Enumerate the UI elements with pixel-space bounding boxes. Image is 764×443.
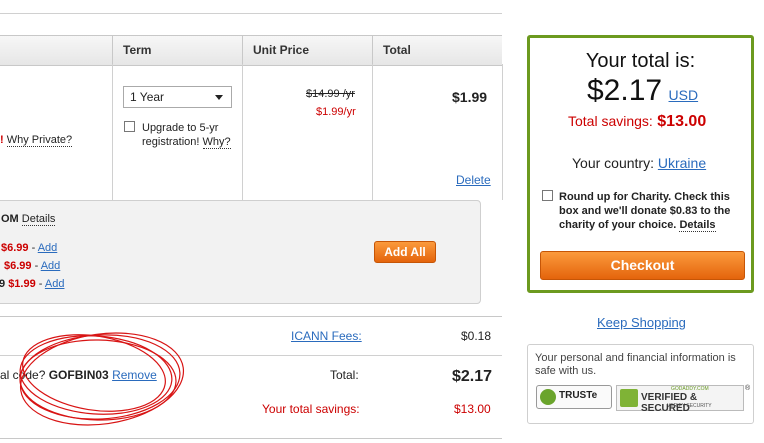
chevron-down-icon <box>215 95 223 100</box>
total-label: Total: <box>330 368 359 382</box>
keep-shopping-link[interactable]: Keep Shopping <box>597 315 686 330</box>
country-row: Your country: Ukraine <box>572 155 706 171</box>
country-label: Your country: <box>572 155 654 171</box>
term-select[interactable]: 1 Year <box>123 86 232 108</box>
upgrade-checkbox[interactable] <box>124 121 135 132</box>
hand-drawn-circle-annotation <box>19 332 185 426</box>
bottom-divider <box>0 438 502 439</box>
charity-text: Round up for Charity. Check this box and… <box>559 190 744 232</box>
suggestion-item: $6.99 - Add <box>1 242 57 254</box>
suggestion-add-link[interactable]: Add <box>45 278 65 290</box>
currency-link[interactable]: USD <box>669 87 699 103</box>
suggestions-details-link[interactable]: Details <box>21 213 56 226</box>
registered-mark-icon: ® <box>745 385 751 392</box>
charity-checkbox[interactable] <box>542 190 553 201</box>
upgrade-label-line1: Upgrade to 5-yr <box>142 122 219 134</box>
cart-table-header: Term Unit Price Total <box>0 35 502 66</box>
private-prefix: ! <box>0 134 4 146</box>
total-heading: Your total is: <box>585 50 696 72</box>
charity-details-link[interactable]: Details <box>679 219 716 232</box>
suggestion-price: $6.99 <box>1 242 29 254</box>
total-header: Total <box>372 36 502 65</box>
add-all-button[interactable]: Add All <box>374 241 436 263</box>
suggestion-price: $6.99 <box>4 260 32 272</box>
suggestion-price: $1.99 <box>8 278 36 290</box>
top-divider <box>0 13 502 14</box>
term-select-value: 1 Year <box>130 90 165 104</box>
suggestions-panel: OM Details $6.99 - Add $6.99 - Add 9 $1.… <box>0 200 481 304</box>
total-value: $2.17 <box>452 368 493 385</box>
country-link[interactable]: Ukraine <box>658 155 706 171</box>
savings-row: Total savings: $13.00 <box>568 113 706 131</box>
delete-link[interactable]: Delete <box>456 173 491 187</box>
suggestion-item: $6.99 - Add <box>4 260 60 272</box>
upgrade-label: Upgrade to 5-yr registration! Why? <box>142 121 231 149</box>
godaddy-badge[interactable]: GODADDY.COM VERIFIED & SECURED VERIFY SE… <box>616 385 744 414</box>
order-total-panel: Your total is: $2.17 USD Total savings: … <box>527 35 754 293</box>
suggestions-title: OM Details <box>1 213 56 226</box>
new-price: $1.99/yr <box>316 106 356 118</box>
lock-icon <box>620 389 638 407</box>
truste-label: TRUSTe <box>559 390 598 401</box>
col-divider <box>502 64 503 200</box>
col-divider <box>372 64 373 200</box>
icann-fees-value: $0.18 <box>461 329 492 343</box>
truste-seal-icon <box>540 389 556 405</box>
summary-divider <box>0 316 502 317</box>
suggestion-sep: - <box>31 260 41 272</box>
upgrade-label-line2: registration! <box>142 136 200 148</box>
private-registration: ! Why Private? <box>0 134 73 147</box>
old-price: $14.99 /yr <box>306 88 355 100</box>
total-savings-value: $13.00 <box>454 402 491 416</box>
security-text: Your personal and financial information … <box>535 352 736 377</box>
truste-badge[interactable]: TRUSTe <box>536 385 612 409</box>
row-total: $1.99 <box>452 89 488 105</box>
col-divider <box>242 64 243 200</box>
why-upgrade-link[interactable]: Why? <box>202 136 231 149</box>
suggestion-sep: - <box>28 242 38 254</box>
suggestion-add-link[interactable]: Add <box>38 242 58 254</box>
suggestions-title-fragment: OM <box>1 213 19 225</box>
total-savings-label: Your total savings: <box>262 402 360 416</box>
checkout-button[interactable]: Checkout <box>540 251 745 280</box>
suggestion-add-link[interactable]: Add <box>41 260 61 272</box>
security-panel: Your personal and financial information … <box>527 344 754 424</box>
unit-price-header: Unit Price <box>242 36 372 65</box>
total-amount-row: $2.17 USD <box>587 74 698 108</box>
term-header: Term <box>112 36 242 65</box>
suggestion-prefix: 9 <box>0 278 6 290</box>
savings-label: Total savings: <box>568 113 653 129</box>
why-private-link[interactable]: Why Private? <box>6 134 73 147</box>
total-amount: $2.17 <box>587 74 663 107</box>
godaddy-sub-label: VERIFY SECURITY <box>667 403 712 409</box>
col-divider <box>112 64 113 200</box>
savings-value: $13.00 <box>657 113 707 130</box>
suggestion-sep: - <box>35 278 45 290</box>
icann-fees-link[interactable]: ICANN Fees: <box>291 329 362 343</box>
suggestion-item: 9 $1.99 - Add <box>0 278 64 290</box>
